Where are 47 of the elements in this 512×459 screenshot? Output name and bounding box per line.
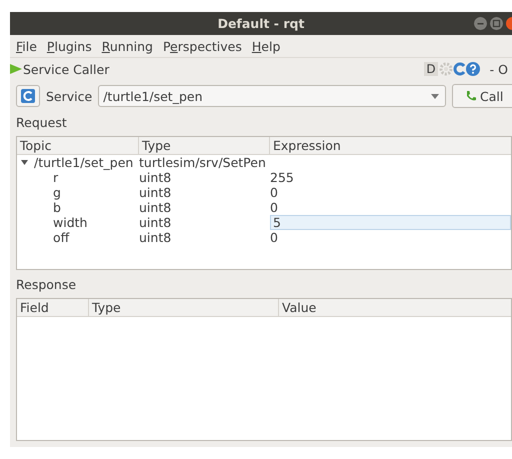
topic-cell[interactable]: b bbox=[53, 200, 61, 215]
refresh-button[interactable] bbox=[16, 85, 40, 107]
expression-cell[interactable]: 0 bbox=[270, 185, 278, 200]
type-cell: turtlesim/srv/SetPen bbox=[139, 155, 266, 170]
plugin-title: Service Caller bbox=[23, 62, 110, 76]
menu-item[interactable]: Perspectives bbox=[162, 38, 242, 54]
menu-item[interactable]: Help bbox=[252, 38, 280, 54]
play-icon bbox=[10, 63, 22, 75]
topic-cell[interactable]: width bbox=[53, 215, 88, 230]
expand-toggle[interactable] bbox=[21, 160, 28, 165]
close-text[interactable]: - O bbox=[490, 62, 508, 76]
section-label: Response bbox=[16, 276, 78, 292]
phone-icon bbox=[465, 90, 477, 102]
type-cell: uint8 bbox=[139, 230, 172, 245]
type-cell: uint8 bbox=[139, 185, 172, 200]
close-icon[interactable] bbox=[506, 17, 512, 30]
type-cell: uint8 bbox=[139, 215, 172, 230]
window-title: Default - rqt bbox=[216, 16, 306, 31]
menu-item[interactable]: Plugins bbox=[46, 38, 92, 54]
section-label: Request bbox=[16, 114, 68, 130]
column-header[interactable]: Field bbox=[17, 299, 89, 316]
column-header[interactable]: Topic bbox=[17, 137, 139, 154]
menu-item[interactable]: Running bbox=[102, 38, 153, 54]
topic-cell[interactable]: /turtle1/set_pen bbox=[34, 155, 134, 170]
column-header[interactable]: Expression bbox=[270, 137, 511, 154]
topic-cell[interactable]: r bbox=[53, 170, 58, 185]
topic-cell[interactable]: g bbox=[53, 185, 61, 200]
expression-cell[interactable]: 0 bbox=[270, 200, 278, 215]
expression-cell[interactable]: 0 bbox=[270, 230, 278, 245]
menu-item[interactable]: File bbox=[16, 38, 37, 54]
column-header[interactable]: Type bbox=[139, 137, 270, 154]
expression-field[interactable]: 5 bbox=[270, 215, 511, 230]
expression-cell[interactable]: 255 bbox=[270, 170, 294, 185]
minimize-icon[interactable] bbox=[474, 17, 487, 30]
topic-cell[interactable]: off bbox=[53, 230, 70, 245]
column-header[interactable]: Value bbox=[279, 299, 511, 316]
help-icon[interactable] bbox=[466, 62, 480, 76]
column-header[interactable]: Type bbox=[89, 299, 279, 316]
refresh-icon[interactable] bbox=[452, 62, 466, 76]
call-button[interactable]: Call bbox=[452, 84, 512, 108]
service-dropdown[interactable]: /turtle1/set_pen bbox=[98, 85, 446, 107]
service-label: Service bbox=[46, 88, 92, 104]
type-cell: uint8 bbox=[139, 200, 172, 215]
type-cell: uint8 bbox=[139, 170, 172, 185]
maximize-icon[interactable] bbox=[490, 17, 503, 30]
dropdown-arrow-icon[interactable] bbox=[431, 94, 439, 98]
dock-button[interactable]: D bbox=[424, 62, 438, 76]
